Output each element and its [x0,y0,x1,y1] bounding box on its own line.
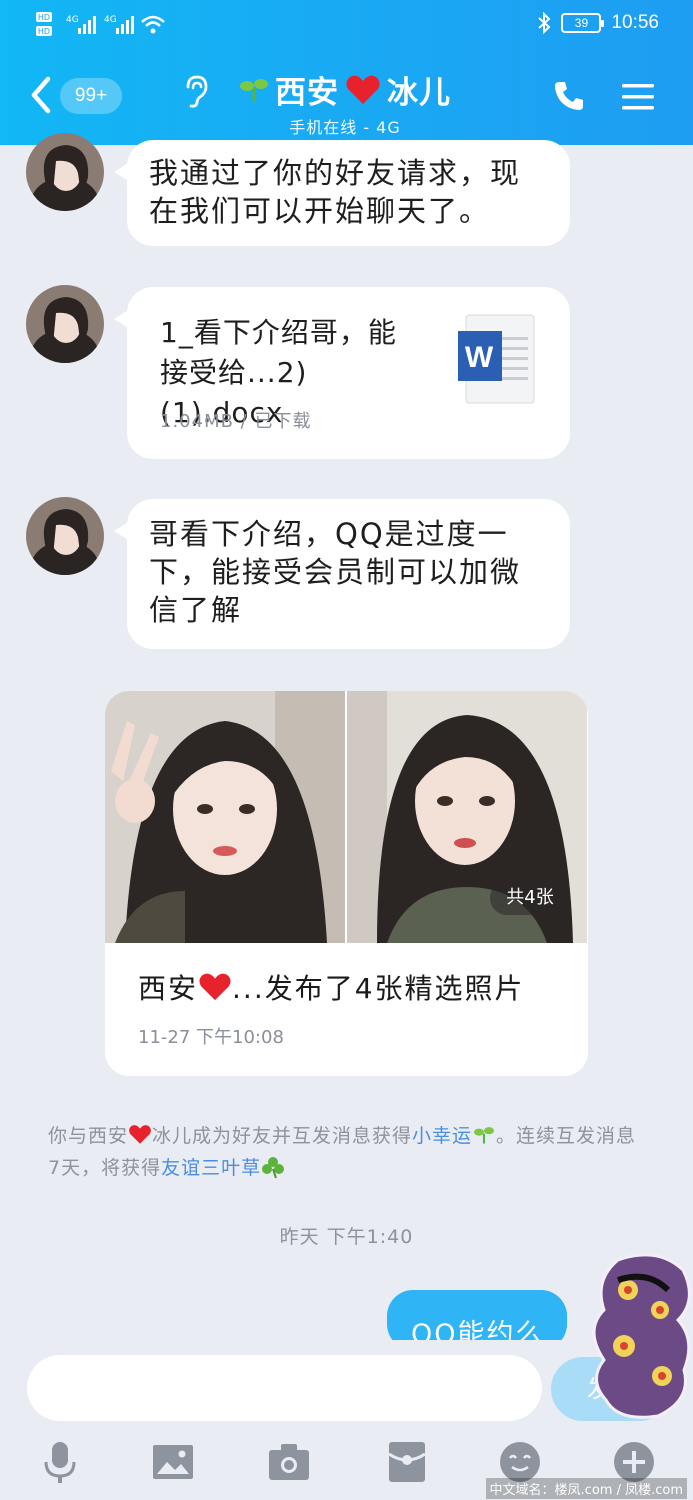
shared-photo[interactable]: 共4张 [347,691,587,943]
heart-icon [346,75,380,104]
status-right: 39 10:56 [537,12,659,34]
svg-text:HD: HD [38,27,50,36]
watermark: 中文域名：楼凤.com / 凤楼.com [485,1478,687,1499]
heart-icon [129,1125,151,1144]
note-text: 你与西安 [48,1125,129,1147]
note-text: 冰儿成为好友并互发消息获得 [152,1125,413,1147]
unread-badge[interactable]: 99+ [60,78,122,114]
status-left: HD HD 4G 4G [36,10,166,40]
card-title-part2: ...发布了4张精选照片 [232,972,525,1005]
sprout-icon [474,1127,495,1144]
heart-icon [199,973,231,1001]
contact-avatar[interactable] [26,133,104,211]
svg-text:HD: HD [38,13,50,22]
nav-bar: 99+ 西安 冰儿 手机在线 - 4G [0,55,693,145]
bluetooth-icon [538,12,551,34]
clover-icon [262,1157,285,1179]
shared-photo[interactable] [105,691,345,943]
message-text: 哥看下介绍，QQ是过度一下，能接受会员制可以加微信了解 [149,517,522,627]
svg-text:W: W [465,341,495,374]
red-packet-icon[interactable] [385,1440,429,1484]
back-chevron-icon[interactable] [26,73,56,117]
network-signal-icon: HD HD 4G 4G [36,12,165,36]
file-meta: 1.04MB / 已下载 [160,411,312,432]
clock: 10:56 [611,12,659,33]
contact-avatar[interactable] [26,285,104,363]
microphone-icon[interactable] [38,1440,82,1484]
status-bar: HD HD 4G 4G 39 10:56 [0,0,693,50]
svg-text:4G: 4G [66,15,79,25]
decorative-sticker [592,1253,691,1419]
svg-text:4G: 4G [104,15,117,25]
file-message-bubble[interactable]: 1_看下介绍哥，能接受给...2)(1).docx 1.04MB / 已下载 W [114,287,570,459]
menu-icon[interactable] [620,81,656,113]
card-title-part1: 西安 [138,972,199,1005]
camera-icon[interactable] [267,1440,311,1484]
sprout-icon [240,78,268,102]
card-title: 西安 ...发布了4张精选照片 [138,967,525,1007]
contact-name: 西安 冰儿 [180,67,510,112]
contact-title[interactable]: 西安 冰儿 手机在线 - 4G [180,67,510,138]
incoming-message-bubble[interactable]: 我通过了你的好友请求，现在我们可以开始聊天了。 [114,140,570,246]
chat-timestamp: 昨天 下午1:40 [279,1226,414,1248]
lucky-link[interactable]: 小幸运 [412,1125,472,1147]
photo-count-badge: 共4张 [490,881,570,915]
contact-avatar[interactable] [26,497,104,575]
card-time: 11-27 下午10:08 [138,1027,284,1048]
friendship-system-note: 你与西安 冰儿成为好友并互发消息获得小幸运 。连续互发消息7天，将获得友谊三叶草 [48,1120,648,1184]
phone-icon[interactable] [552,79,586,113]
contact-name-part1: 西安 [275,75,339,111]
chat-header: HD HD 4G 4G 39 10:56 99+ 西安 冰儿 手机在线 - 4G [0,0,693,145]
incoming-message-bubble[interactable]: 哥看下介绍，QQ是过度一下，能接受会员制可以加微信了解 [114,499,570,649]
message-input[interactable] [27,1355,542,1421]
photo-share-card[interactable]: 共4张 西安 ...发布了4张精选照片 11-27 下午10:08 [105,691,588,1076]
contact-name-part2: 冰儿 [387,75,451,111]
online-status: 手机在线 - 4G [289,118,401,137]
clover-link[interactable]: 友谊三叶草 [161,1157,261,1179]
word-document-icon: W [458,314,535,404]
message-text: 我通过了你的好友请求，现在我们可以开始聊天了。 [149,156,522,228]
image-icon[interactable] [151,1440,195,1484]
battery-level: 39 [574,16,589,30]
battery-icon: 39 [561,13,605,33]
